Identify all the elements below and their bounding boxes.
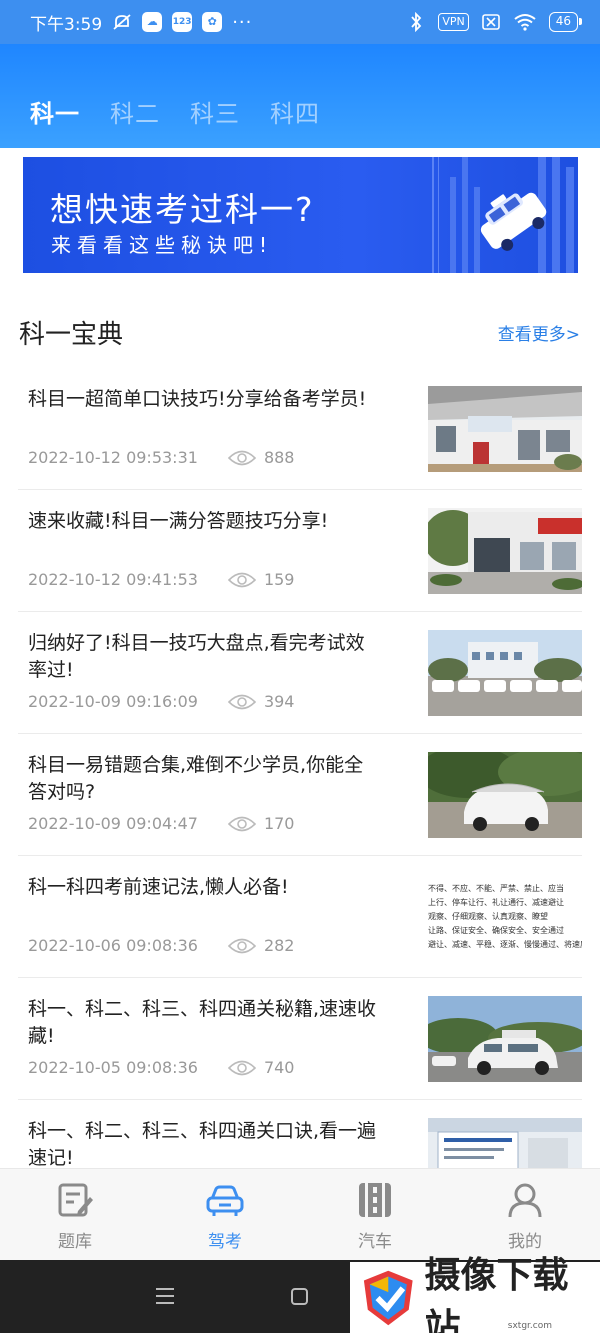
nav-label: 题库 bbox=[58, 1232, 92, 1252]
status-bar: 下午3:59 ☁ 123 ✿ ··· VPN 46 bbox=[0, 0, 600, 44]
article-views: 170 bbox=[263, 814, 295, 833]
header: 科一 科二 科三 科四 bbox=[0, 44, 600, 148]
more-notifications: ··· bbox=[232, 11, 253, 33]
list-item[interactable]: 科一、科二、科三、科四通关秘籍,速速收藏! 2022-10-05 09:08:3… bbox=[18, 978, 582, 1100]
nav-driving-test[interactable]: 驾考 bbox=[150, 1169, 300, 1260]
nav-label: 驾考 bbox=[208, 1232, 242, 1252]
tab-subject-4[interactable]: 科四 bbox=[270, 94, 320, 129]
article-date: 2022-10-12 09:53:31 bbox=[28, 448, 198, 467]
article-meta: 2022-10-09 09:16:09 394 bbox=[28, 692, 294, 711]
article-meta: 2022-10-12 09:41:53 159 bbox=[28, 570, 294, 589]
watermark-text: 摄像下载站 bbox=[424, 1254, 569, 1333]
article-meta: 2022-10-12 09:53:31 888 bbox=[28, 448, 294, 467]
watermark-logo-icon bbox=[363, 1270, 413, 1325]
watermark: 摄像下载站 sxtgr.com bbox=[350, 1255, 600, 1333]
eye-icon bbox=[227, 572, 256, 587]
mute-icon bbox=[112, 12, 132, 32]
article-meta: 2022-10-05 09:08:36 740 bbox=[28, 1058, 294, 1077]
promo-banner[interactable]: 想快速考过科一? 来看看这些秘诀吧! bbox=[23, 157, 578, 273]
article-views: 740 bbox=[263, 1058, 295, 1077]
article-date: 2022-10-05 09:08:36 bbox=[28, 1058, 198, 1077]
article-title: 归纳好了!科目一技巧大盘点,看完考试效率过! bbox=[28, 632, 365, 681]
article-title: 科目一易错题合集,难倒不少学员,你能全答对吗? bbox=[28, 754, 364, 803]
eye-icon bbox=[227, 1060, 256, 1075]
article-thumbnail: 不得、不应、不能、严禁、禁止、应当 上行、停车让行、礼让通行、减速避让 观察、仔… bbox=[428, 874, 582, 960]
list-item[interactable]: 科目一易错题合集,难倒不少学员,你能全答对吗? 2022-10-09 09:04… bbox=[18, 734, 582, 856]
list-item[interactable]: 归纳好了!科目一技巧大盘点,看完考试效率过! 2022-10-09 09:16:… bbox=[18, 612, 582, 734]
cloud-app-icon: ☁ bbox=[142, 12, 163, 32]
view-more-link[interactable]: 查看更多> bbox=[498, 320, 580, 345]
eye-icon bbox=[227, 694, 256, 709]
subject-tabs: 科一 科二 科三 科四 bbox=[30, 94, 320, 129]
article-thumbnail bbox=[428, 996, 582, 1082]
wifi-icon bbox=[513, 12, 537, 32]
article-section: 科一宝典 查看更多> 科目一超简单口诀技巧!分享给备考学员! 2022-10-1… bbox=[0, 292, 600, 1168]
section-header: 科一宝典 查看更多> bbox=[19, 312, 580, 352]
article-date: 2022-10-09 09:16:09 bbox=[28, 692, 198, 711]
list-item[interactable]: 科目一超简单口诀技巧!分享给备考学员! 2022-10-12 09:53:31 … bbox=[18, 368, 582, 490]
vpn-icon: VPN bbox=[438, 13, 469, 31]
list-item[interactable]: 科一科四考前速记法,懒人必备! 2022-10-06 09:08:36 282 … bbox=[18, 856, 582, 978]
article-date: 2022-10-09 09:04:47 bbox=[28, 814, 198, 833]
article-thumbnail bbox=[428, 752, 582, 838]
home-icon[interactable] bbox=[291, 1288, 308, 1305]
list-item[interactable]: 科一、科二、科三、科四通关口诀,看一遍速记! bbox=[18, 1100, 582, 1168]
article-meta: 2022-10-09 09:04:47 170 bbox=[28, 814, 294, 833]
user-icon bbox=[508, 1183, 542, 1218]
banner-title: 想快速考过科一? bbox=[50, 190, 315, 229]
article-title: 科一、科二、科三、科四通关秘籍,速速收藏! bbox=[28, 998, 377, 1047]
recent-apps-icon[interactable] bbox=[156, 1288, 174, 1309]
status-time: 下午3:59 bbox=[30, 14, 103, 35]
article-views: 888 bbox=[263, 448, 295, 467]
article-thumbnail bbox=[428, 386, 582, 472]
article-thumbnail bbox=[428, 630, 582, 716]
article-views: 159 bbox=[263, 570, 295, 589]
bluetooth-icon bbox=[406, 12, 426, 32]
watermark-url: sxtgr.com bbox=[507, 1321, 552, 1331]
article-thumbnail bbox=[428, 508, 582, 594]
question-bank-icon bbox=[58, 1183, 93, 1217]
tab-subject-1[interactable]: 科一 bbox=[30, 94, 80, 129]
paw-app-icon: ✿ bbox=[202, 12, 223, 32]
article-title: 科一科四考前速记法,懒人必备! bbox=[28, 876, 289, 898]
article-meta: 2022-10-06 09:08:36 282 bbox=[28, 936, 294, 955]
article-views: 394 bbox=[263, 692, 295, 711]
article-title: 科一、科二、科三、科四通关口诀,看一遍速记! bbox=[28, 1120, 377, 1168]
article-thumbnail bbox=[428, 1118, 582, 1168]
list-item[interactable]: 速来收藏!科目一满分答题技巧分享! 2022-10-12 09:41:53 15… bbox=[18, 490, 582, 612]
vehicle-icon bbox=[359, 1183, 391, 1217]
app-123-icon: 123 bbox=[172, 12, 193, 32]
article-views: 282 bbox=[263, 936, 295, 955]
eye-icon bbox=[227, 938, 256, 953]
article-date: 2022-10-12 09:41:53 bbox=[28, 570, 198, 589]
tab-subject-3[interactable]: 科三 bbox=[190, 94, 240, 129]
car-illustration-icon bbox=[480, 192, 547, 251]
nav-question-bank[interactable]: 题库 bbox=[0, 1169, 150, 1260]
eye-icon bbox=[227, 450, 256, 465]
article-title: 科目一超简单口诀技巧!分享给备考学员! bbox=[28, 388, 367, 410]
article-title: 速来收藏!科目一满分答题技巧分享! bbox=[28, 510, 329, 532]
article-list: 科目一超简单口诀技巧!分享给备考学员! 2022-10-12 09:53:31 … bbox=[18, 368, 582, 1168]
banner-subtitle: 来看看这些秘诀吧! bbox=[51, 233, 274, 257]
tab-subject-2[interactable]: 科二 bbox=[110, 94, 160, 129]
car-icon bbox=[206, 1185, 244, 1216]
nav-label: 汽车 bbox=[358, 1232, 392, 1252]
banner-section: 想快速考过科一? 来看看这些秘诀吧! bbox=[0, 148, 600, 292]
eye-icon bbox=[227, 816, 256, 831]
battery-icon: 46 bbox=[548, 12, 583, 32]
article-date: 2022-10-06 09:08:36 bbox=[28, 936, 198, 955]
no-sim-icon bbox=[481, 12, 501, 32]
section-title: 科一宝典 bbox=[19, 320, 124, 350]
